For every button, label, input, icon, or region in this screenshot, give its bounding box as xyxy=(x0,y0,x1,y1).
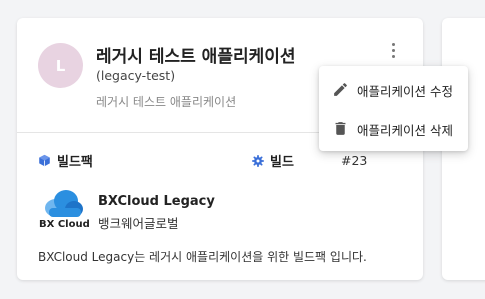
pencil-icon xyxy=(334,83,347,96)
cloud-icon xyxy=(45,190,83,217)
app-slug: (legacy-test) xyxy=(96,68,176,83)
buildpack-description: BXCloud Legacy는 레거시 애플리케이션을 위한 빌드팩 입니다. xyxy=(38,250,367,264)
buildpack-section-label: 빌드팩 xyxy=(57,155,93,170)
buildpack-label-row: 빌드팩 xyxy=(38,151,93,170)
more-options-icon[interactable] xyxy=(385,40,401,60)
app-description: 레거시 테스트 애플리케이션 xyxy=(96,95,237,109)
menu-item-label: 애플리케이션 삭제 xyxy=(357,123,453,138)
buildpack-logo-text: BX Cloud xyxy=(39,219,90,230)
app-title: 레거시 테스트 애플리케이션 xyxy=(96,47,296,67)
menu-item-label: 애플리케이션 수정 xyxy=(357,84,453,99)
menu-item-delete-app[interactable]: 애플리케이션 삭제 xyxy=(319,110,468,146)
menu-item-edit-app[interactable]: 애플리케이션 수정 xyxy=(319,71,468,107)
buildpack-name: BXCloud Legacy xyxy=(98,194,215,209)
buildpack-org: 뱅크웨어글로벌 xyxy=(98,216,179,231)
build-label-row: 빌드 xyxy=(252,151,294,170)
app-actions-menu: 애플리케이션 수정 애플리케이션 삭제 xyxy=(319,66,468,151)
app-avatar: L xyxy=(38,43,83,88)
build-section-label: 빌드 xyxy=(270,155,294,170)
gear-icon xyxy=(252,154,264,167)
cube-icon xyxy=(39,154,50,167)
trash-icon xyxy=(335,122,346,135)
buildpack-logo: BX Cloud xyxy=(39,188,90,232)
build-number: #23 xyxy=(341,153,368,168)
